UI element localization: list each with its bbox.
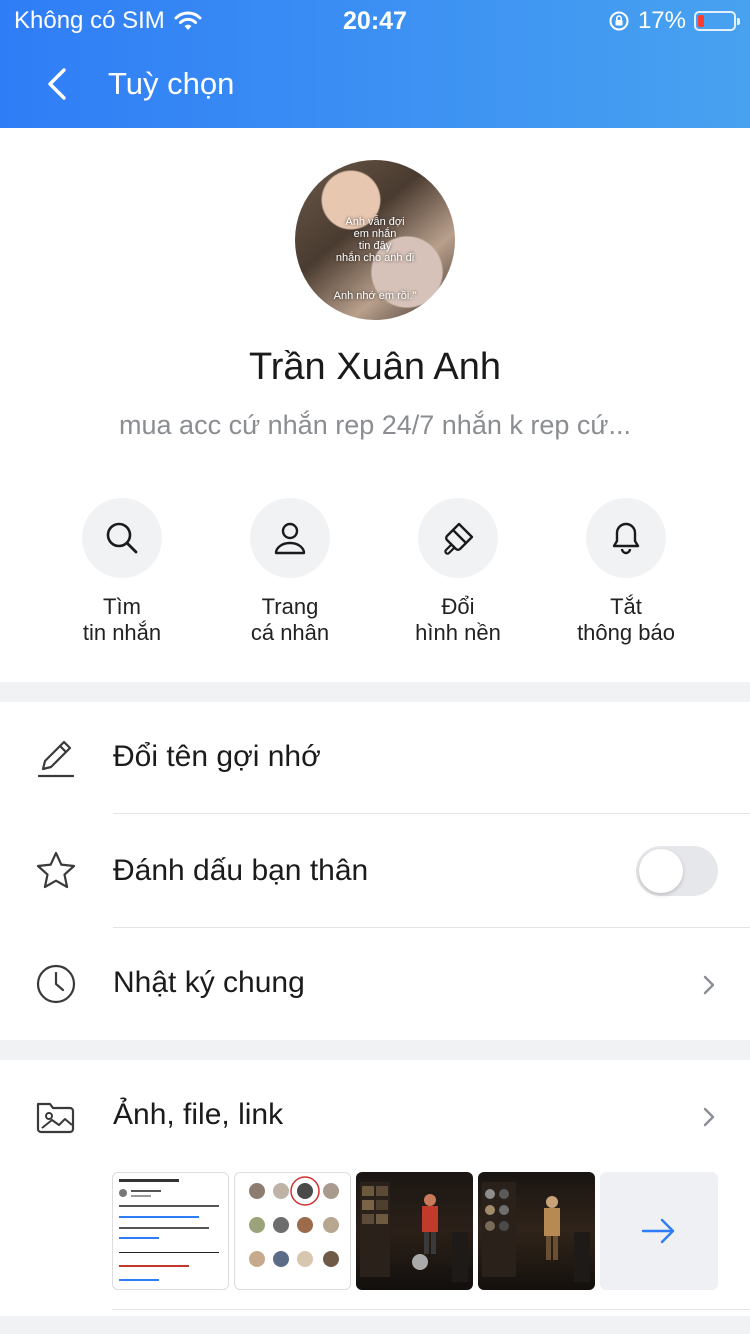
status-right: 17% [608,7,740,35]
rename-row[interactable]: Đổi tên gợi nhớ [0,702,750,814]
search-messages-button[interactable]: Tìm tin nhắn [38,498,206,646]
media-thumbnail[interactable] [112,1172,229,1290]
media-thumbnail[interactable] [478,1172,595,1290]
mute-notifications-circle [586,498,666,578]
chevron-left-icon[interactable] [36,62,80,106]
orientation-lock-icon [609,11,629,31]
change-wallpaper-line2: hình nền [415,620,501,645]
section-gap [0,682,750,702]
shared-diary-label: Nhật ký chung [113,966,305,999]
profile-section: Anh vẫn đợi em nhắn tin đây nhắn cho anh… [0,128,750,682]
search-messages-circle [82,498,162,578]
profile-page-button[interactable]: Trang cá nhân [206,498,374,646]
chevron-right-icon[interactable] [698,1106,720,1128]
profile-page-line2: cá nhân [250,620,330,645]
best-friend-toggle[interactable] [636,846,718,896]
profile-page-line1: Trang [261,594,319,619]
search-icon [106,522,138,554]
profile-page-circle [250,498,330,578]
friends-grid-preview [249,1176,339,1267]
change-wallpaper-button[interactable]: Đổi hình nền [374,498,542,646]
photo-folder-icon [36,1102,75,1134]
battery-icon [694,11,740,31]
media-strip [112,1172,718,1290]
bell-icon [612,522,640,555]
toggle-knob [639,849,683,893]
avatar-caption-2: em nhắn [353,228,397,240]
avatar-caption-1: Anh vẫn đợi [345,216,405,228]
avatar-caption-3: tin đây [358,240,392,252]
arrow-right-icon [641,1218,675,1244]
quick-actions: Tìm tin nhắn Trang cá nhân Đổi hình nền … [0,498,750,658]
person-icon [274,522,306,555]
search-messages-label: Tìm tin nhắn [38,594,206,646]
avatar-caption-4: nhắn cho anh đi [335,252,415,264]
row-divider [112,1309,750,1310]
game-screenshot-preview [360,1182,468,1282]
section-gap [0,1316,750,1334]
avatar-caption-5: Anh nhớ em rồi." [333,290,417,302]
best-friend-label: Đánh dấu bạn thân [113,854,369,887]
star-icon [36,851,76,889]
media-thumbnail[interactable] [356,1172,473,1290]
paint-brush-icon [444,522,474,555]
avatar[interactable]: Anh vẫn đợi em nhắn tin đây nhắn cho anh… [295,160,455,320]
change-wallpaper-label: Đổi hình nền [374,594,542,646]
profile-bio: mua acc cứ nhắn rep 24/7 nhắn k rep cứ..… [119,410,631,440]
profile-name: Trần Xuân Anh [248,346,502,388]
clock-icon [36,964,76,1004]
section-gap [0,1040,750,1060]
mute-notifications-line2: thông báo [577,620,675,645]
see-more-media-button[interactable] [600,1172,718,1290]
change-wallpaper-line1: Đổi [441,594,475,619]
battery-percent: 17% [637,7,686,34]
rename-label: Đổi tên gợi nhớ [113,740,321,773]
pencil-icon [37,740,75,778]
search-messages-line2: tin nhắn [82,620,162,645]
best-friend-row: Đánh dấu bạn thân [0,814,750,928]
change-wallpaper-circle [418,498,498,578]
page-title: Tuỳ chọn [108,66,235,101]
media-thumbnail[interactable] [234,1172,351,1290]
game-screenshot-preview [482,1182,590,1282]
profile-page-label: Trang cá nhân [206,594,374,646]
shared-diary-row[interactable]: Nhật ký chung [0,928,750,1040]
media-label[interactable]: Ảnh, file, link [113,1098,283,1132]
header-bar: Không có SIM 20:47 17% Tuỳ chọn [0,0,750,128]
document-preview [119,1179,219,1281]
mute-notifications-button[interactable]: Tắt thông báo [542,498,710,646]
mute-notifications-label: Tắt thông báo [542,594,710,646]
battery-level [698,15,704,27]
status-bar: Không có SIM 20:47 17% [0,0,750,42]
chevron-right-icon [703,975,715,995]
search-messages-line1: Tìm [103,594,141,619]
mute-notifications-line1: Tắt [610,594,642,619]
